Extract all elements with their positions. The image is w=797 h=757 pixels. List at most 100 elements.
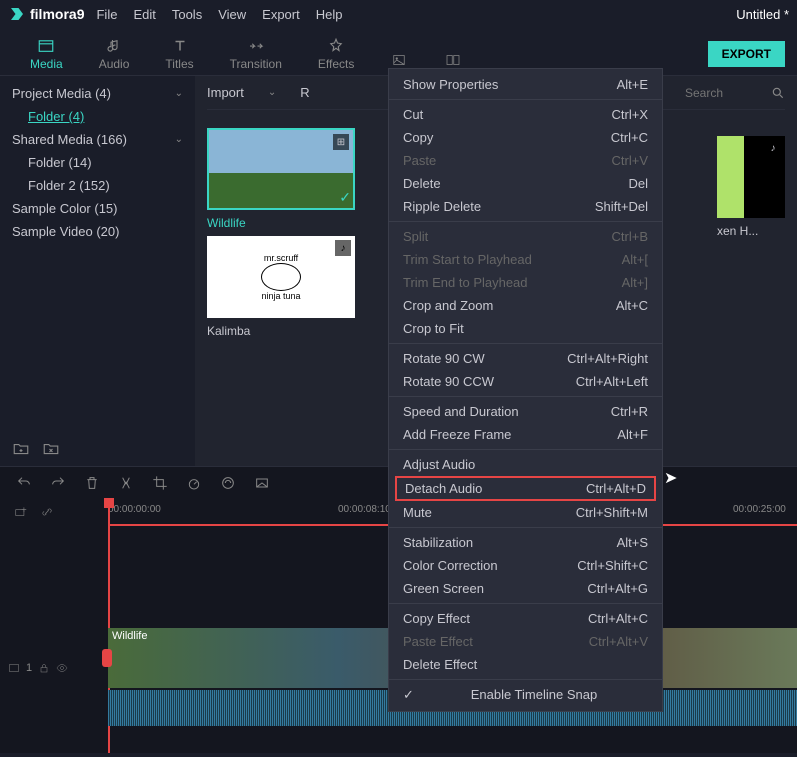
ctx-adjust-audio[interactable]: Adjust Audio <box>389 453 662 476</box>
color-icon[interactable] <box>220 475 236 491</box>
eye-icon[interactable] <box>56 662 68 674</box>
ctx-trim-end-to-playhead: Trim End to PlayheadAlt+] <box>389 271 662 294</box>
tree-item-0[interactable]: Project Media (4)⌄ <box>0 82 195 105</box>
add-track-icon[interactable] <box>14 505 28 519</box>
titlebar: filmora9 FileEditToolsViewExportHelp Unt… <box>0 0 797 28</box>
clip-label: Wildlife <box>112 630 147 642</box>
thumb-image: ⊞ ✓ <box>207 128 355 210</box>
undo-icon[interactable] <box>16 475 32 491</box>
unlink-icon[interactable] <box>40 505 54 519</box>
ctx-crop-to-fit[interactable]: Crop to Fit <box>389 317 662 340</box>
ruler-tick: 00:00:08:10 <box>338 504 391 515</box>
music-badge-icon: ♪ <box>765 140 781 156</box>
menu-tools[interactable]: Tools <box>172 7 202 22</box>
ctx-green-screen[interactable]: Green ScreenCtrl+Alt+G <box>389 577 662 600</box>
ctx-mute[interactable]: MuteCtrl+Shift+M <box>389 501 662 524</box>
ctx-rotate-90-cw[interactable]: Rotate 90 CWCtrl+Alt+Right <box>389 347 662 370</box>
split-icon[interactable] <box>118 475 134 491</box>
export-button[interactable]: EXPORT <box>708 41 785 67</box>
thumb-label: Kalimba <box>207 324 355 338</box>
ctx-delete-effect[interactable]: Delete Effect <box>389 653 662 676</box>
menu-separator <box>389 527 662 528</box>
import-dropdown[interactable]: Import⌄ <box>207 85 276 100</box>
tree-item-6[interactable]: Sample Video (20) <box>0 220 195 243</box>
thumb-image: ♪ <box>717 136 785 218</box>
menu-separator <box>389 603 662 604</box>
tab-media[interactable]: Media <box>12 37 81 71</box>
crop-icon[interactable] <box>152 475 168 491</box>
search-input[interactable] <box>685 86 765 100</box>
search-icon[interactable] <box>771 86 785 100</box>
media-thumb-xen[interactable]: ♪ xen H... <box>717 136 785 238</box>
ctx-detach-audio[interactable]: Detach AudioCtrl+Alt+D <box>395 476 656 501</box>
menu-export[interactable]: Export <box>262 7 300 22</box>
clip-handle[interactable] <box>102 649 112 667</box>
tab-transition[interactable]: Transition <box>212 37 300 71</box>
grid-badge-icon: ⊞ <box>333 134 349 150</box>
delete-folder-icon[interactable] <box>42 440 60 458</box>
filmora-logo-icon <box>8 5 26 23</box>
thumb-label: xen H... <box>717 224 785 238</box>
app-name: filmora9 <box>30 6 84 22</box>
ctx-crop-and-zoom[interactable]: Crop and ZoomAlt+C <box>389 294 662 317</box>
ctx-stabilization[interactable]: StabilizationAlt+S <box>389 531 662 554</box>
film-icon <box>8 662 20 674</box>
ctx-add-freeze-frame[interactable]: Add Freeze FrameAlt+F <box>389 423 662 446</box>
menu-separator <box>389 396 662 397</box>
tab-audio[interactable]: Audio <box>81 37 148 71</box>
tree-item-2[interactable]: Shared Media (166)⌄ <box>0 128 195 151</box>
ctx-paste: PasteCtrl+V <box>389 149 662 172</box>
thumb-label: Wildlife <box>207 216 355 230</box>
tab-effects[interactable]: Effects <box>300 37 372 71</box>
ctx-copy-effect[interactable]: Copy EffectCtrl+Alt+C <box>389 607 662 630</box>
redo-icon[interactable] <box>50 475 66 491</box>
ctx-speed-and-duration[interactable]: Speed and DurationCtrl+R <box>389 400 662 423</box>
tree-item-1[interactable]: Folder (4) <box>0 105 195 128</box>
tab-titles[interactable]: Titles <box>147 37 211 71</box>
media-icon <box>37 37 55 55</box>
ctx-color-correction[interactable]: Color CorrectionCtrl+Shift+C <box>389 554 662 577</box>
media-sidebar: Project Media (4)⌄Folder (4)Shared Media… <box>0 76 195 466</box>
search-box <box>685 86 785 100</box>
menu-help[interactable]: Help <box>316 7 343 22</box>
ruler-tick: 00:00:25:00 <box>733 504 786 515</box>
menu-view[interactable]: View <box>218 7 246 22</box>
media-thumb-wildlife[interactable]: ⊞ ✓ Wildlife <box>207 128 355 230</box>
tree-item-5[interactable]: Sample Color (15) <box>0 197 195 220</box>
app-logo: filmora9 <box>8 5 84 23</box>
menu-separator <box>389 99 662 100</box>
ctx-split: SplitCtrl+B <box>389 225 662 248</box>
menu-file[interactable]: File <box>96 7 117 22</box>
ctx-paste-effect: Paste EffectCtrl+Alt+V <box>389 630 662 653</box>
tree-item-4[interactable]: Folder 2 (152) <box>0 174 195 197</box>
transition-icon <box>247 37 265 55</box>
menu-edit[interactable]: Edit <box>133 7 155 22</box>
tree-item-3[interactable]: Folder (14) <box>0 151 195 174</box>
chevron-down-icon: ⌄ <box>175 134 183 145</box>
delete-icon[interactable] <box>84 475 100 491</box>
lock-icon[interactable] <box>38 662 50 674</box>
ctx-enable-timeline-snap[interactable]: ✓Enable Timeline Snap <box>389 683 662 707</box>
ctx-show-properties[interactable]: Show PropertiesAlt+E <box>389 73 662 96</box>
menu-separator <box>389 343 662 344</box>
ctx-ripple-delete[interactable]: Ripple DeleteShift+Del <box>389 195 662 218</box>
extra-icon <box>444 51 462 69</box>
record-dropdown[interactable]: R <box>300 85 309 100</box>
extra-icon <box>390 51 408 69</box>
ctx-copy[interactable]: CopyCtrl+C <box>389 126 662 149</box>
selected-check-icon: ✓ <box>339 189 351 206</box>
music-badge-icon: ♪ <box>335 240 351 256</box>
ctx-rotate-90-ccw[interactable]: Rotate 90 CCWCtrl+Alt+Left <box>389 370 662 393</box>
ctx-cut[interactable]: CutCtrl+X <box>389 103 662 126</box>
ctx-delete[interactable]: DeleteDel <box>389 172 662 195</box>
menubar: File Edit Tools View Export Help <box>96 7 342 22</box>
menu-separator <box>389 679 662 680</box>
track-controls: 1 <box>8 662 68 674</box>
speed-icon[interactable] <box>186 475 202 491</box>
green-screen-icon[interactable] <box>254 475 270 491</box>
new-folder-icon[interactable] <box>12 440 30 458</box>
ctx-trim-start-to-playhead: Trim Start to PlayheadAlt+[ <box>389 248 662 271</box>
menu-separator <box>389 449 662 450</box>
media-thumb-kalimba[interactable]: ♪ mr.scruff ninja tuna Kalimba <box>207 236 355 338</box>
context-menu: Show PropertiesAlt+ECutCtrl+XCopyCtrl+CP… <box>388 68 663 712</box>
